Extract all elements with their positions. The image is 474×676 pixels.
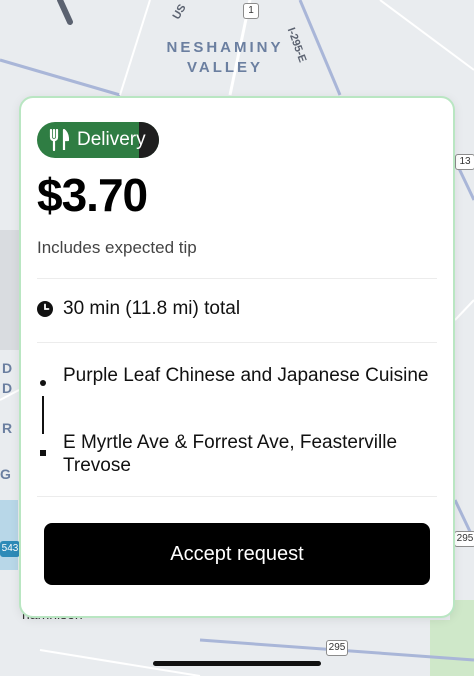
clock-icon [37, 301, 53, 317]
fork-knife-icon [49, 129, 69, 151]
trip-duration-row: 30 min (11.8 mi) total [37, 298, 240, 320]
pickup-dot-icon [40, 380, 46, 386]
route-shield-1: 1 [243, 3, 259, 19]
dropoff-location: E Myrtle Ave & Forrest Ave, Feasterville… [63, 432, 398, 476]
route-shield-295-bottom: 295 [326, 640, 348, 656]
dropoff-square-icon [40, 450, 46, 456]
divider [37, 342, 437, 343]
map-edge-letter: D [2, 380, 13, 396]
route-shield-295-right: 295 [454, 531, 474, 547]
map-area-label-line2: VALLEY [186, 59, 264, 76]
delivery-badge-label: Delivery [77, 129, 146, 150]
map-area-label: NESHAMINY VALLEY [160, 38, 290, 78]
map-edge-letter: D [2, 360, 13, 376]
divider [37, 496, 437, 497]
price-note: Includes expected tip [37, 238, 197, 257]
delivery-offer-card: Delivery $3.70 Includes expected tip 30 … [19, 96, 455, 618]
route-line [42, 396, 44, 434]
pickup-location: Purple Leaf Chinese and Japanese Cuisine [63, 365, 429, 386]
route-shield-13: 13 [455, 154, 474, 170]
delivery-badge: Delivery [37, 122, 159, 158]
offer-price: $3.70 [37, 169, 148, 221]
trip-duration: 30 min (11.8 mi) total [63, 298, 241, 319]
home-indicator[interactable] [153, 661, 321, 666]
divider [37, 278, 437, 279]
accept-request-button[interactable]: Accept request [44, 523, 430, 585]
map-edge-letter: G [0, 466, 11, 482]
map-edge-letter: R [2, 420, 13, 436]
map-area-label-line1: NESHAMINY [166, 39, 284, 56]
route-shield-543: 543 [0, 541, 20, 557]
